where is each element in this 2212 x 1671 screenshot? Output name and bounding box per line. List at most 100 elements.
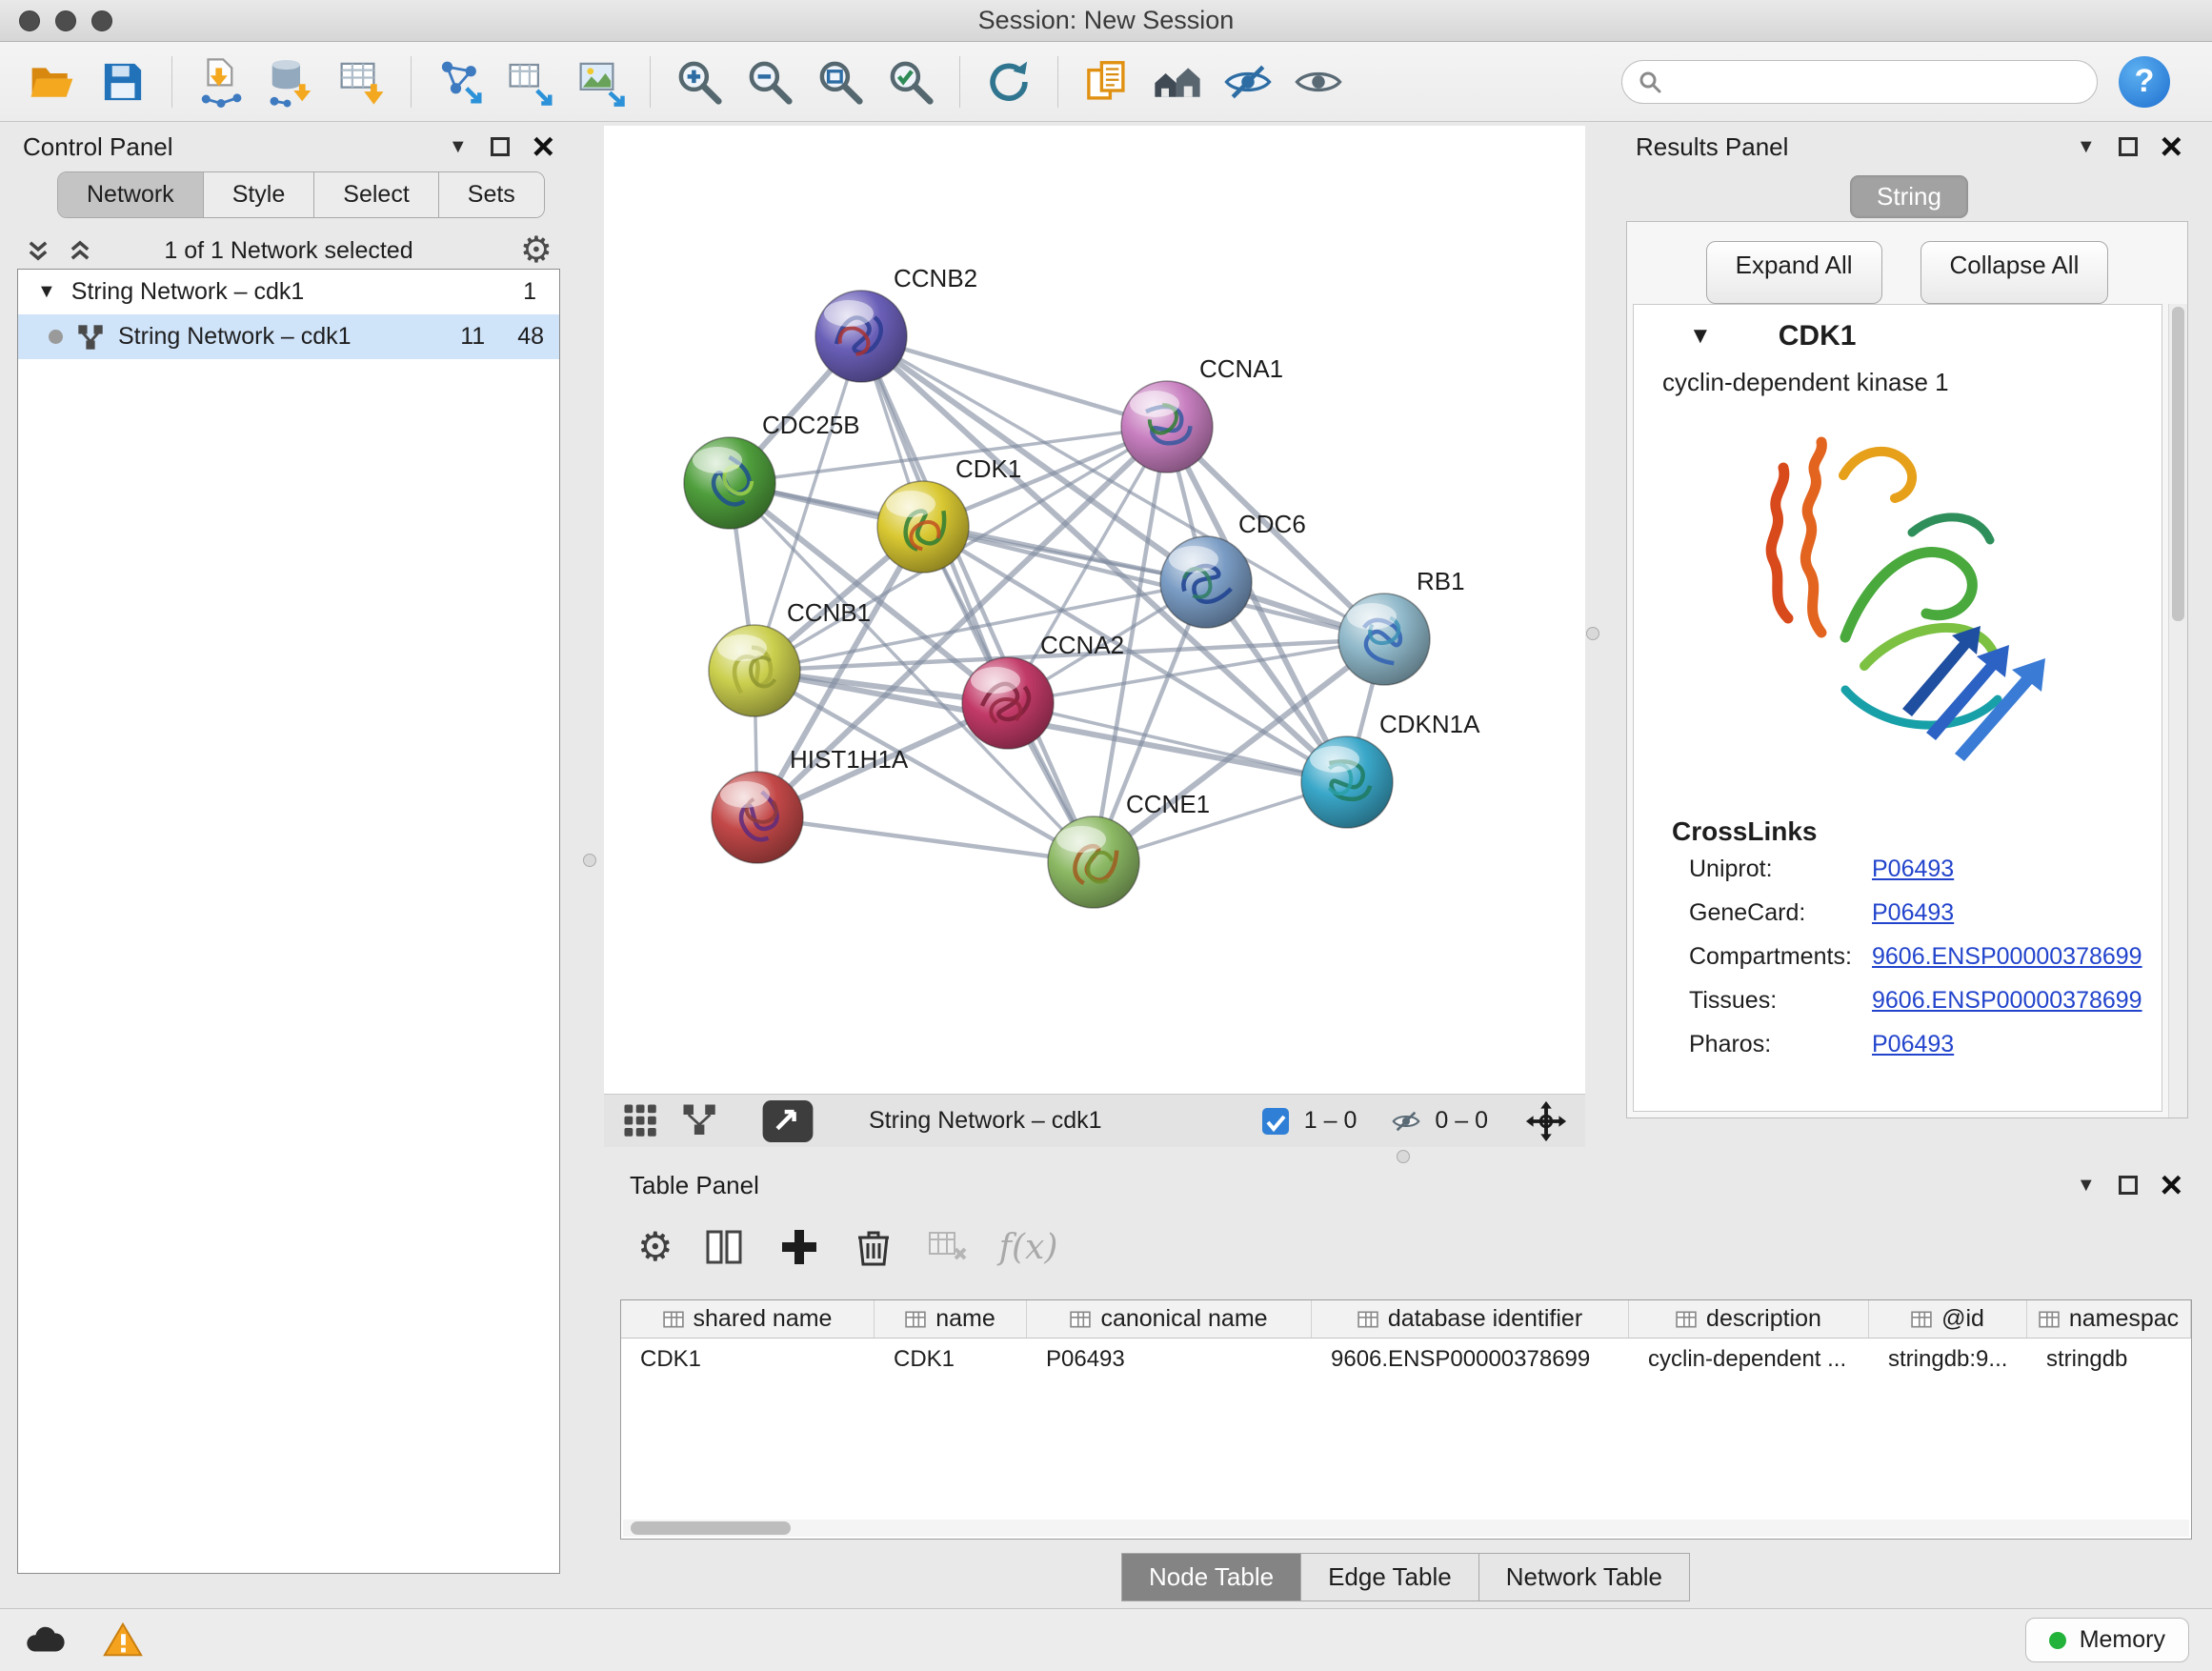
column-header-description[interactable]: description <box>1629 1300 1869 1338</box>
window-close-button[interactable] <box>19 10 40 31</box>
cell-description[interactable]: cyclin-dependent ... <box>1629 1339 1869 1380</box>
first-neighbors-button[interactable] <box>1146 50 1209 113</box>
network-node-CCNA1[interactable] <box>1121 381 1213 473</box>
column-header-name[interactable]: name <box>875 1300 1027 1338</box>
panel-collapse-icon[interactable]: ▼ <box>2077 136 2096 158</box>
column-header-id[interactable]: @id <box>1869 1300 2027 1338</box>
tab-string[interactable]: String <box>1850 175 1968 218</box>
edge-CCNB2-CCNE1[interactable] <box>861 336 1094 862</box>
gene-section-header[interactable]: ▼ CDK1 <box>1634 305 2162 352</box>
hidden-eye-icon[interactable] <box>1391 1106 1421 1137</box>
edge-CCNA2-CDKN1A[interactable] <box>1008 703 1347 782</box>
zoom-out-button[interactable] <box>738 50 801 113</box>
zoom-fit-button[interactable] <box>809 50 872 113</box>
crosslink-uniprot[interactable]: P06493 <box>1872 856 1954 883</box>
search-box[interactable] <box>1621 60 2098 104</box>
network-graph[interactable]: CCNB2CCNA1CDC25BCDK1CDC6RB1CCNB1CCNA2CDK… <box>604 126 1585 1094</box>
window-minimize-button[interactable] <box>55 10 76 31</box>
network-row-selected[interactable]: String Network – cdk1 11 48 <box>18 314 559 359</box>
search-input[interactable] <box>1672 68 2081 95</box>
panel-close-icon[interactable]: × <box>533 131 554 162</box>
warning-icon[interactable] <box>101 1619 145 1662</box>
edge-HIST1H1A-CCNE1[interactable] <box>757 817 1094 862</box>
network-node-CDKN1A[interactable] <box>1301 736 1393 828</box>
network-node-CDC25B[interactable] <box>684 437 775 529</box>
panel-float-icon[interactable] <box>491 137 510 156</box>
help-button[interactable]: ? <box>2119 56 2170 108</box>
network-node-CDK1[interactable] <box>877 481 969 573</box>
panel-collapse-icon[interactable]: ▼ <box>2077 1175 2096 1197</box>
pan-crosshair-icon[interactable] <box>1524 1099 1568 1143</box>
panel-close-icon[interactable]: × <box>2161 131 2182 162</box>
column-header-namespace[interactable]: namespac <box>2027 1300 2191 1338</box>
tab-select[interactable]: Select <box>314 172 438 217</box>
delete-column-icon[interactable] <box>851 1224 896 1270</box>
show-all-button[interactable] <box>1287 50 1350 113</box>
memory-button[interactable]: Memory <box>2025 1618 2189 1662</box>
column-header-canonical-name[interactable]: canonical name <box>1027 1300 1312 1338</box>
export-image-button[interactable] <box>570 50 633 113</box>
cell-database-identifier[interactable]: 9606.ENSP00000378699 <box>1312 1339 1629 1380</box>
splitter-grip[interactable] <box>1397 1150 1410 1163</box>
splitter-grip[interactable] <box>1586 627 1599 640</box>
gear-icon[interactable]: ⚙ <box>520 232 553 269</box>
open-session-button[interactable] <box>21 50 84 113</box>
cell-name[interactable]: CDK1 <box>875 1339 1027 1380</box>
cell-canonical-name[interactable]: P06493 <box>1027 1339 1312 1380</box>
crosslink-genecard[interactable]: P06493 <box>1872 899 1954 927</box>
tab-style[interactable]: Style <box>204 172 315 217</box>
scrollbar-thumb[interactable] <box>631 1521 791 1535</box>
results-scrollbar[interactable] <box>2168 304 2187 1117</box>
show-columns-icon[interactable] <box>702 1224 748 1270</box>
tree-expander-icon[interactable]: ▼ <box>37 281 56 303</box>
table-settings-gear-icon[interactable]: ⚙ <box>637 1227 674 1267</box>
panel-close-icon[interactable]: × <box>2161 1170 2182 1200</box>
tab-node-table[interactable]: Node Table <box>1121 1553 1301 1601</box>
cell-namespace[interactable]: stringdb <box>2027 1339 2191 1380</box>
cloud-icon[interactable] <box>23 1619 67 1662</box>
scrollbar-thumb[interactable] <box>2172 307 2184 621</box>
network-node-RB1[interactable] <box>1338 594 1430 685</box>
network-node-CCNB2[interactable] <box>815 291 907 382</box>
window-zoom-button[interactable] <box>91 10 112 31</box>
expand-all-icon[interactable] <box>67 237 93 264</box>
add-column-icon[interactable] <box>776 1224 822 1270</box>
apply-layout-button[interactable] <box>977 50 1040 113</box>
export-network-button[interactable] <box>429 50 492 113</box>
hide-selected-button[interactable] <box>1217 50 1279 113</box>
column-header-shared-name[interactable]: shared name <box>621 1300 875 1338</box>
tab-network-table[interactable]: Network Table <box>1479 1553 1690 1601</box>
import-network-from-file-button[interactable] <box>190 50 252 113</box>
network-canvas[interactable]: CCNB2CCNA1CDC25BCDK1CDC6RB1CCNB1CCNA2CDK… <box>604 126 1585 1094</box>
tab-sets[interactable]: Sets <box>439 172 544 217</box>
collapse-all-button[interactable]: Collapse All <box>1920 241 2109 304</box>
network-node-CCNA2[interactable] <box>962 657 1054 749</box>
network-node-CDC6[interactable] <box>1160 536 1252 628</box>
section-caret-icon[interactable]: ▼ <box>1689 323 1712 350</box>
network-collection-row[interactable]: ▼ String Network – cdk1 1 <box>18 270 559 314</box>
panel-float-icon[interactable] <box>2119 137 2138 156</box>
crosslink-tissues[interactable]: 9606.ENSP00000378699 <box>1872 987 2142 1015</box>
network-overview-icon[interactable] <box>680 1101 720 1141</box>
import-table-button[interactable] <box>331 50 393 113</box>
table-horizontal-scrollbar[interactable] <box>623 1520 2189 1537</box>
cell-shared-name[interactable]: CDK1 <box>621 1339 875 1380</box>
crosslink-compartments[interactable]: 9606.ENSP00000378699 <box>1872 943 2142 971</box>
table-row[interactable]: CDK1 CDK1 P06493 9606.ENSP00000378699 cy… <box>621 1339 2191 1380</box>
panel-collapse-icon[interactable]: ▼ <box>449 136 468 158</box>
collapse-all-icon[interactable] <box>25 237 51 264</box>
network-node-HIST1H1A[interactable] <box>712 772 803 863</box>
tab-network[interactable]: Network <box>58 172 204 217</box>
tab-edge-table[interactable]: Edge Table <box>1301 1553 1479 1601</box>
zoom-selected-button[interactable] <box>879 50 942 113</box>
column-header-database-identifier[interactable]: database identifier <box>1312 1300 1629 1338</box>
duplicate-network-button[interactable] <box>1076 50 1138 113</box>
selected-checkbox-icon[interactable] <box>1260 1106 1291 1137</box>
expand-all-button[interactable]: Expand All <box>1706 241 1882 304</box>
import-network-from-database-button[interactable] <box>260 50 323 113</box>
network-node-CCNB1[interactable] <box>709 625 800 716</box>
export-table-button[interactable] <box>499 50 562 113</box>
zoom-in-button[interactable] <box>668 50 731 113</box>
save-session-button[interactable] <box>91 50 154 113</box>
splitter-grip[interactable] <box>583 854 596 867</box>
